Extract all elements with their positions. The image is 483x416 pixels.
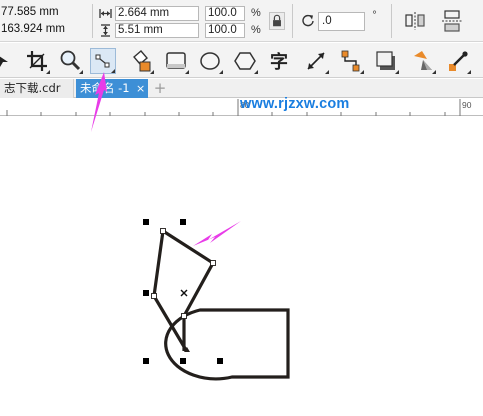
drawing-canvas[interactable] bbox=[0, 117, 483, 416]
scale-y-field[interactable]: 100.0 bbox=[205, 23, 245, 38]
x-position-field[interactable]: 77.585 mm bbox=[0, 5, 59, 20]
eyedropper-tool[interactable] bbox=[445, 48, 471, 74]
rectangle-tool[interactable] bbox=[163, 48, 189, 74]
height-icon bbox=[101, 24, 110, 37]
smart-fill-tool[interactable] bbox=[128, 48, 154, 74]
drop-shadow-tool[interactable] bbox=[373, 48, 399, 74]
mirror-horizontal-icon bbox=[405, 12, 425, 30]
pointer-icon bbox=[0, 56, 8, 67]
path-node[interactable] bbox=[181, 313, 187, 319]
transparency-tool[interactable] bbox=[410, 48, 436, 74]
lock-ratio-button[interactable] bbox=[269, 12, 285, 30]
drawing-surface bbox=[143, 219, 290, 381]
center-marker bbox=[180, 289, 188, 297]
selection-handle[interactable] bbox=[180, 219, 186, 225]
width-icon bbox=[99, 9, 112, 18]
separator bbox=[92, 4, 93, 38]
degree-label: ° bbox=[372, 10, 377, 21]
height-field[interactable]: 5.51 mm bbox=[115, 23, 199, 38]
dimension-tool[interactable] bbox=[303, 48, 329, 74]
text-icon: 字 bbox=[270, 51, 288, 73]
selection-handle[interactable] bbox=[143, 219, 149, 225]
percent-label: % bbox=[251, 24, 261, 36]
scale-x-field[interactable]: 100.0 bbox=[205, 6, 245, 21]
selection-handle[interactable] bbox=[180, 358, 186, 364]
watermark-text: www.rjzxw.com bbox=[240, 96, 350, 112]
path-node[interactable] bbox=[151, 293, 157, 299]
y-position-field[interactable]: 163.924 mm bbox=[0, 22, 65, 37]
path-node[interactable] bbox=[160, 228, 166, 234]
mirror-horizontal-button[interactable] bbox=[403, 9, 427, 33]
selection-handle[interactable] bbox=[143, 358, 149, 364]
toolbox: 字 bbox=[0, 43, 483, 78]
width-field[interactable]: 2.664 mm bbox=[115, 6, 199, 21]
crop-tool[interactable] bbox=[24, 48, 50, 74]
separator bbox=[391, 4, 392, 38]
selection-handle[interactable] bbox=[217, 358, 223, 364]
add-tab-button[interactable]: + bbox=[150, 79, 170, 98]
rotate-icon bbox=[302, 14, 314, 27]
rotation-angle-field[interactable]: .0 bbox=[318, 12, 365, 31]
shape-tool[interactable] bbox=[90, 48, 116, 74]
close-tab-icon[interactable]: × bbox=[136, 79, 145, 98]
separator bbox=[292, 4, 293, 38]
mirror-vertical-icon bbox=[442, 10, 462, 32]
pick-tool[interactable] bbox=[0, 48, 16, 74]
text-tool[interactable]: 字 bbox=[268, 48, 294, 74]
zoom-tool[interactable] bbox=[57, 48, 83, 74]
mirror-vertical-button[interactable] bbox=[440, 9, 464, 33]
svg-text:字: 字 bbox=[270, 51, 288, 73]
path-node[interactable] bbox=[210, 260, 216, 266]
tab-document-1[interactable]: 志下载.cdr bbox=[0, 79, 74, 98]
lock-ratio-icon bbox=[273, 14, 281, 27]
polygon-tool[interactable] bbox=[232, 48, 258, 74]
selection-handle[interactable] bbox=[143, 290, 149, 296]
ellipse-tool[interactable] bbox=[197, 48, 223, 74]
annotation-arrow bbox=[193, 221, 241, 246]
ruler-label: 90 bbox=[462, 100, 472, 110]
property-bar: 77.585 mm 163.924 mm 2.664 mm 5.51 mm 10… bbox=[0, 0, 483, 42]
percent-label: % bbox=[251, 7, 261, 19]
selected-polyline[interactable] bbox=[152, 228, 216, 351]
connector-tool[interactable] bbox=[338, 48, 364, 74]
